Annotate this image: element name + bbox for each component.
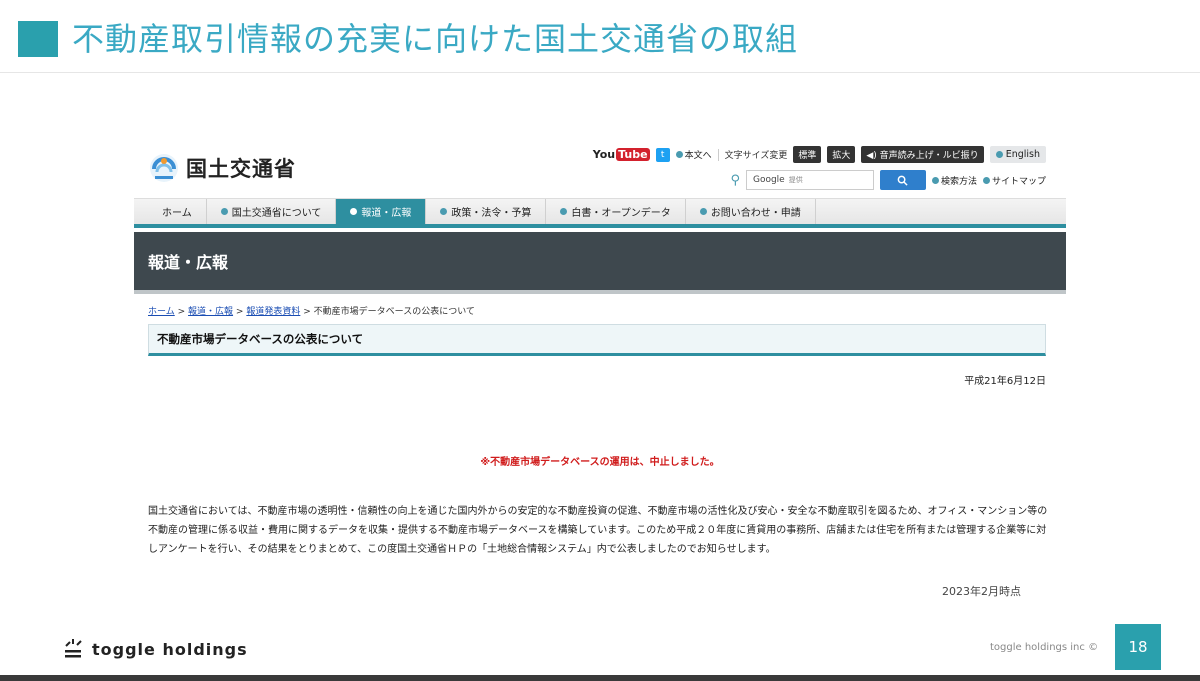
bullet-icon — [931, 176, 939, 184]
mlit-logo-text: 国土交通省 — [186, 157, 296, 181]
search-row: ⚲ Google 提供 検索方法 サイトマップ — [730, 170, 1046, 190]
skip-to-main-link[interactable]: 本文へ — [675, 148, 712, 161]
body-paragraph: 国土交通省においては、不動産市場の透明性・信頼性の向上を通じた国内外からの安定的… — [148, 506, 1048, 555]
divider — [717, 148, 719, 161]
nav-whitepaper[interactable]: 白書・オープンデータ — [546, 199, 686, 224]
toggle-logo-icon — [64, 638, 86, 660]
slide-title: 不動産取引情報の充実に向けた国土交通省の取組 — [72, 20, 799, 58]
bottom-edge — [0, 675, 1200, 681]
section-banner: 報道・広報 — [134, 232, 1066, 294]
utility-links: You Tube t 本文へ 文字サイズ変更 標準 拡大 ◀) 音声読み上げ・ルビ… — [593, 146, 1046, 163]
mlit-logo[interactable]: 国土交通省 — [148, 148, 296, 188]
page-number: 18 — [1115, 624, 1161, 670]
nav-policy[interactable]: 政策・法令・予算 — [426, 199, 547, 224]
font-size-standard-button[interactable]: 標準 — [793, 146, 822, 163]
location-pin-icon: ⚲ — [730, 172, 740, 188]
search-button[interactable] — [879, 170, 926, 190]
bullet-icon — [675, 151, 683, 158]
breadcrumb-release[interactable]: 報道発表資料 — [246, 307, 300, 317]
search-method-link[interactable]: 検索方法 — [931, 174, 977, 187]
bullet-icon — [699, 208, 707, 215]
brand-name: toggle holdings — [92, 639, 248, 659]
breadcrumb-home[interactable]: ホーム — [148, 307, 175, 317]
publish-date: 平成21年6月12日 — [964, 376, 1046, 387]
search-input[interactable]: Google 提供 — [745, 170, 874, 190]
bullet-icon — [995, 151, 1003, 158]
mlit-emblem-icon — [148, 152, 180, 184]
brand-logo: toggle holdings — [64, 638, 248, 660]
as-of-note: 2023年2月時点 — [942, 585, 1021, 598]
breadcrumb-current: 不動産市場データベースの公表について — [313, 307, 475, 317]
discontinued-notice: ※不動産市場データベースの運用は、中止しました。 — [480, 457, 720, 468]
font-size-label: 文字サイズ変更 — [724, 151, 788, 161]
bullet-icon — [982, 176, 990, 184]
sitemap-link[interactable]: サイトマップ — [982, 174, 1046, 187]
breadcrumb: ホーム > 報道・広報 > 報道発表資料 > 不動産市場データベースの公表につい… — [148, 307, 475, 317]
nav-press[interactable]: 報道・広報 — [336, 199, 427, 224]
read-aloud-button[interactable]: ◀) 音声読み上げ・ルビ振り — [861, 146, 984, 163]
twitter-icon[interactable]: t — [655, 147, 670, 162]
font-size-enlarge-button[interactable]: 拡大 — [827, 146, 856, 163]
bullet-icon — [350, 208, 358, 215]
nav-contact[interactable]: お問い合わせ・申請 — [686, 199, 816, 224]
nav-about[interactable]: 国土交通省について — [207, 199, 337, 224]
nav-home[interactable]: ホーム — [148, 199, 207, 224]
global-nav: ホーム 国土交通省について 報道・広報 政策・法令・予算 白書・オープンデータ … — [134, 198, 1066, 228]
bullet-icon — [560, 208, 568, 215]
search-icon — [898, 175, 909, 186]
title-divider — [0, 72, 1200, 73]
copyright: toggle holdings inc © — [990, 642, 1099, 653]
title-accent-block — [18, 21, 58, 57]
bullet-icon — [440, 208, 448, 215]
page-heading: 不動産市場データベースの公表について — [148, 324, 1046, 356]
english-button[interactable]: English — [989, 146, 1046, 163]
youtube-icon[interactable]: You Tube — [593, 148, 650, 161]
breadcrumb-press[interactable]: 報道・広報 — [188, 307, 233, 317]
bullet-icon — [220, 208, 228, 215]
